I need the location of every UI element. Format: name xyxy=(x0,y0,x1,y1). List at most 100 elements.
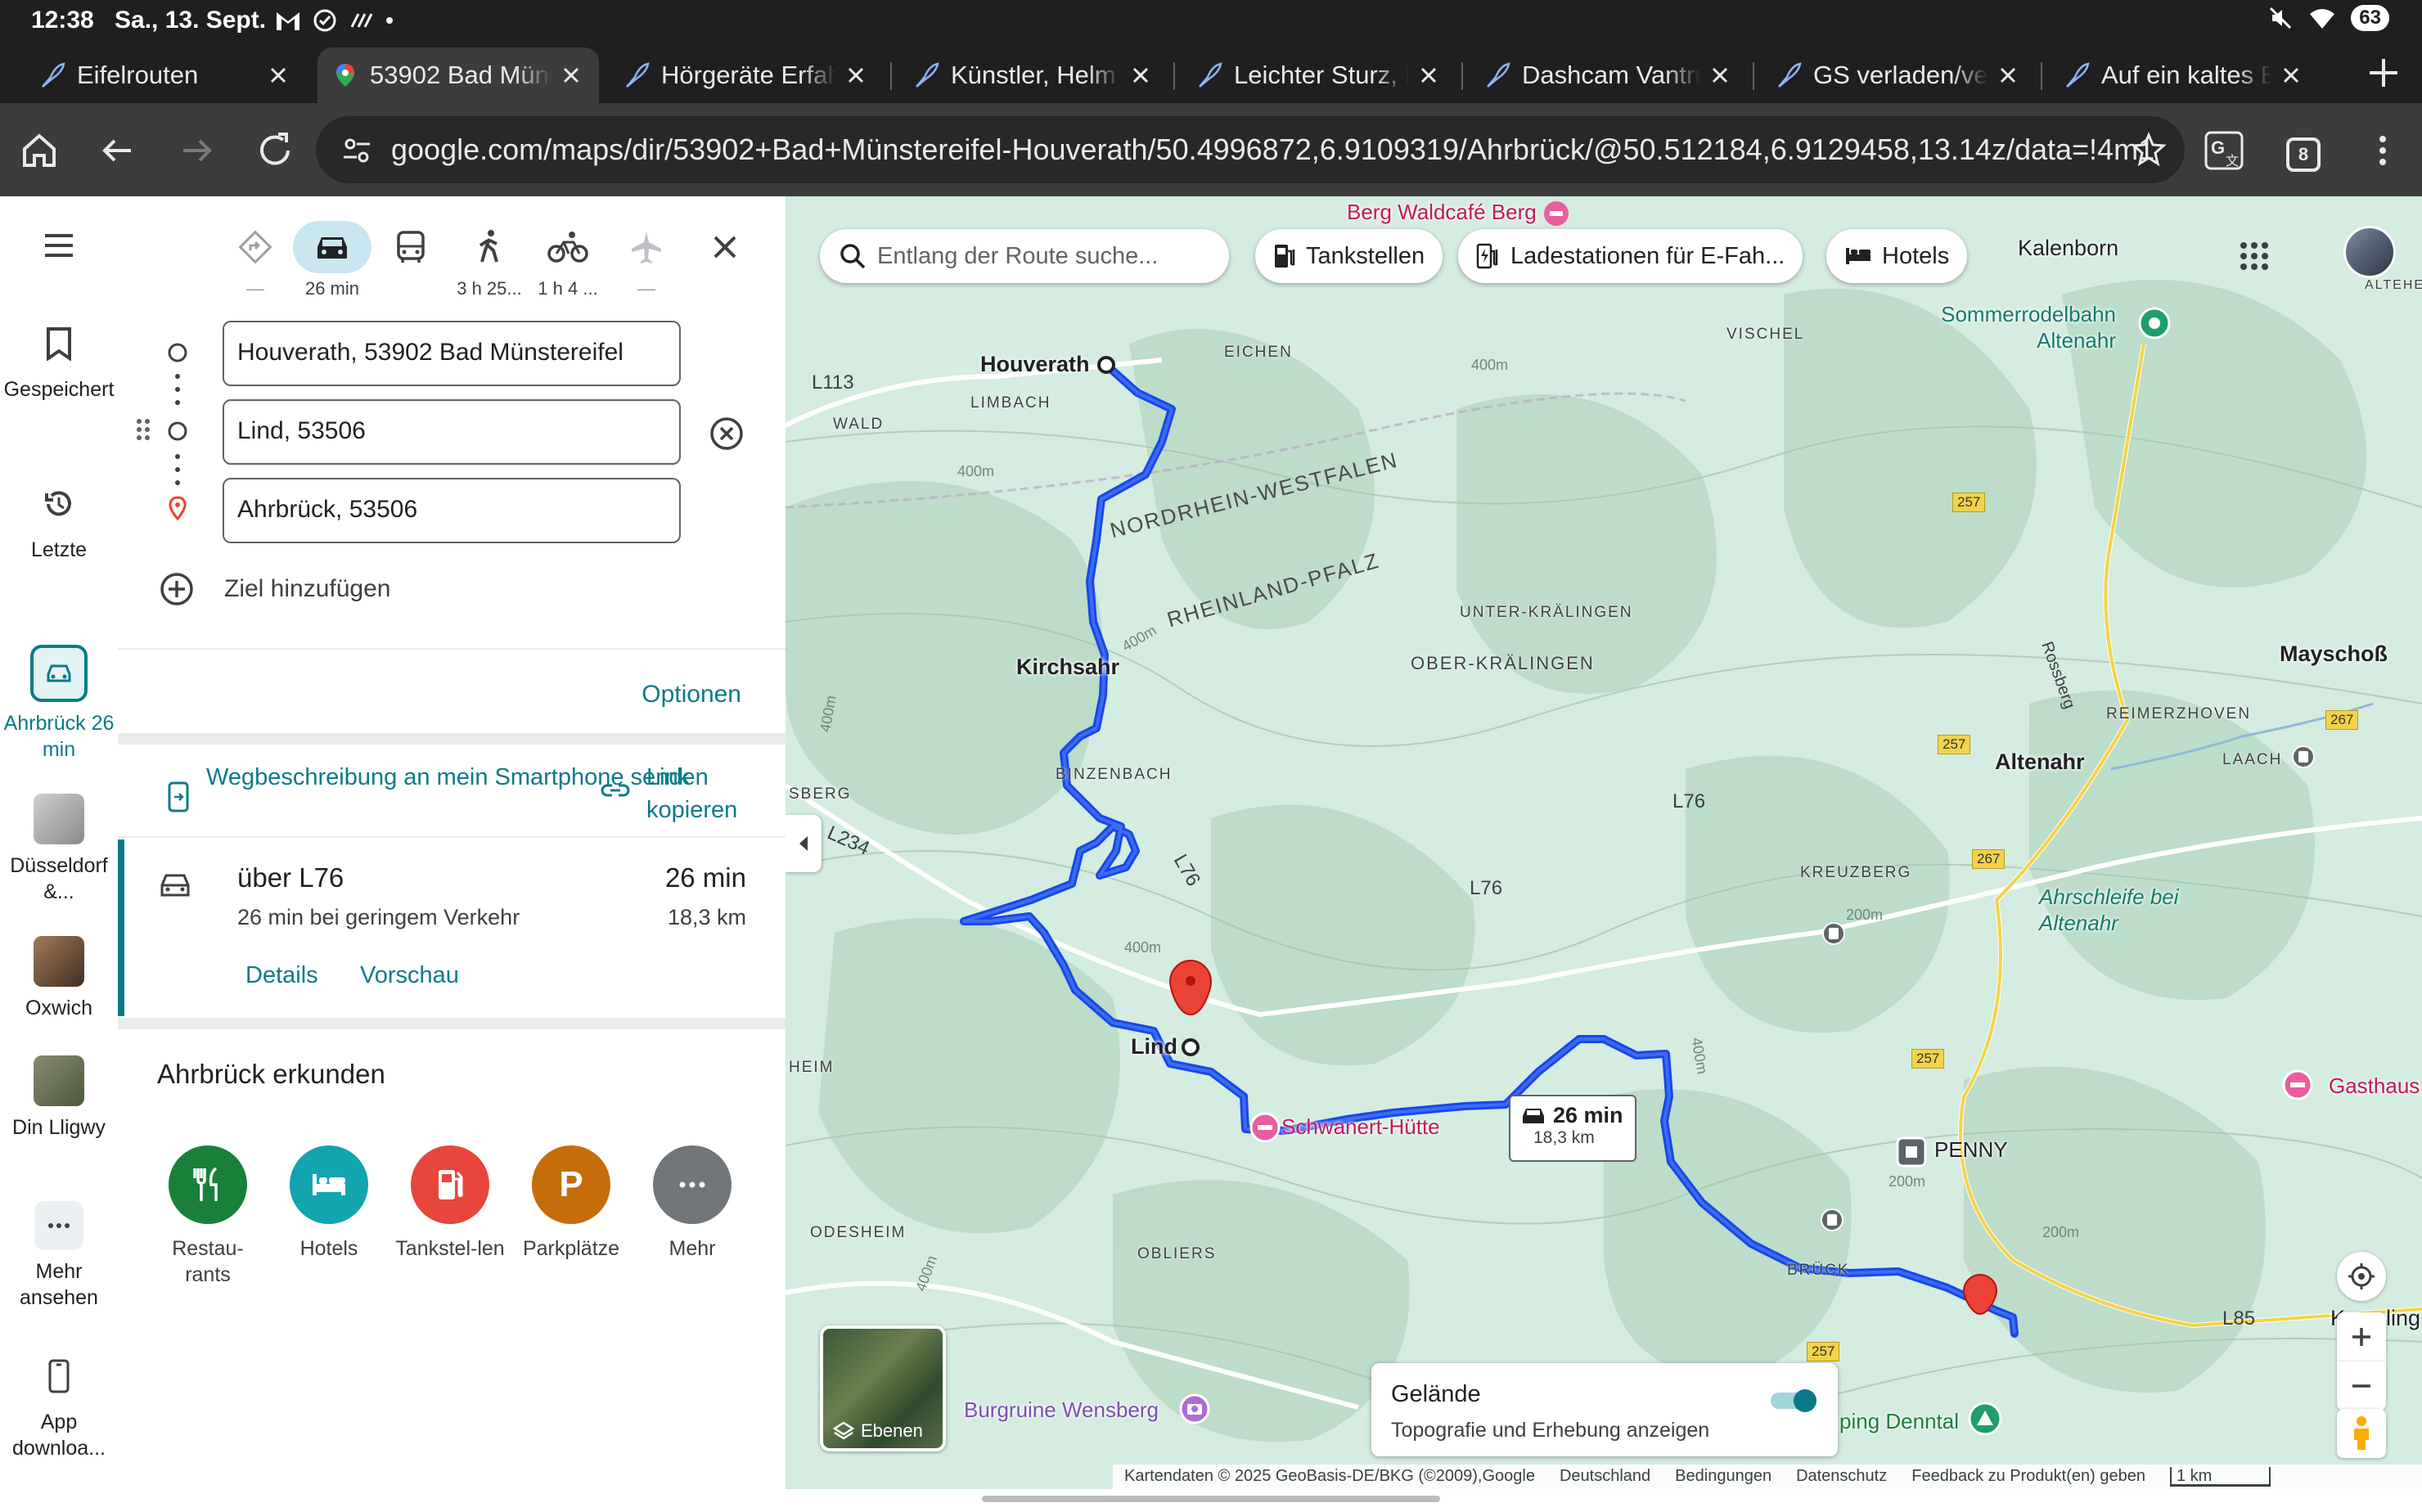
mode-transit[interactable] xyxy=(371,221,450,278)
site-settings-icon[interactable] xyxy=(340,134,373,167)
explore-more[interactable]: Mehr xyxy=(635,1145,750,1262)
route-details-button[interactable]: Details xyxy=(245,962,318,989)
place-altenahr[interactable]: Altenahr xyxy=(1995,749,2085,775)
close-directions-icon[interactable] xyxy=(709,231,741,263)
tab-gs-verladen[interactable]: GS verladen/verzurren xyxy=(1761,47,2036,103)
shop-pin-icon[interactable] xyxy=(1895,1136,1928,1168)
close-icon[interactable] xyxy=(1416,62,1442,88)
mode-walk[interactable]: 3 h 25... xyxy=(450,221,529,299)
poi-gasthaus[interactable]: Gasthaus xyxy=(2329,1073,2420,1099)
destination-field[interactable]: Ahrbrück, 53506 xyxy=(223,478,681,543)
zoom-out-button[interactable] xyxy=(2337,1361,2386,1411)
street-view-button[interactable] xyxy=(2337,1409,2386,1458)
tab-hoergeraete[interactable]: Hörgeräte Erfahrungen xyxy=(609,47,884,103)
poi-berg-waldcafe[interactable]: Berg Waldcafé Berg xyxy=(1347,200,1570,227)
poi-camping-denntal[interactable]: ping Denntal xyxy=(1839,1409,1959,1434)
collapse-panel-button[interactable] xyxy=(786,815,822,872)
close-icon[interactable] xyxy=(1128,62,1154,88)
tab-eifelrouten[interactable]: Eifelrouten xyxy=(25,47,306,103)
camping-pin-icon[interactable] xyxy=(1967,1401,2003,1437)
close-icon[interactable] xyxy=(843,62,869,88)
chip-gas-stations[interactable]: Tankstellen xyxy=(1255,229,1443,283)
bus-stop-icon[interactable] xyxy=(1821,921,1846,946)
poi-schwanert-huette[interactable]: Schwanert-Hütte xyxy=(1281,1114,1440,1140)
zoom-in-button[interactable] xyxy=(2337,1312,2386,1361)
tab-bad-muenstereifel[interactable]: 53902 Bad Münstereifel xyxy=(317,47,599,103)
route-search-input[interactable]: Entlang der Route suche... xyxy=(820,229,1229,283)
mode-best[interactable]: — xyxy=(216,221,295,299)
drag-handle-icon[interactable] xyxy=(136,417,151,442)
poi-sommerrodelbahn[interactable]: Sommerrodelbahn Altenahr xyxy=(1920,301,2116,353)
chip-ev-charging[interactable]: Ladestationen für E-Fah... xyxy=(1458,229,1803,283)
poi-penny[interactable]: PENNY xyxy=(1934,1137,2008,1163)
lodging-pin-icon[interactable] xyxy=(2281,1069,2314,1101)
rail-saved[interactable]: Gespeichert xyxy=(0,319,118,403)
rail-app-download[interactable]: App downloa... xyxy=(0,1352,118,1461)
terrain-toggle-card[interactable]: Gelände Topografie und Erhebung anzeigen xyxy=(1371,1363,1838,1456)
place-mayschoss[interactable]: Mayschoß xyxy=(2280,641,2388,667)
back-icon[interactable] xyxy=(95,128,141,173)
options-button[interactable]: Optionen xyxy=(642,681,741,709)
copy-link-button[interactable]: Link kopieren xyxy=(646,761,753,826)
tab-count-button[interactable]: 8 xyxy=(2286,137,2321,172)
rail-recent-din-lligwy[interactable]: Din Lligwy xyxy=(0,1055,118,1141)
close-icon[interactable] xyxy=(558,62,584,88)
route-option-card[interactable]: über L76 26 min bei geringem Verkehr 26 … xyxy=(118,839,786,1016)
map-canvas[interactable]: Houverath Kirchsahr Lind Altenahr Maysch… xyxy=(786,196,2422,1489)
tab-kuenstler-helm[interactable]: Künstler, Helm Design xyxy=(898,47,1168,103)
url-bar[interactable]: google.com/maps/dir/53902+Bad+Münstereif… xyxy=(316,116,2185,183)
send-to-phone-button[interactable]: Wegbeschreibung an mein Smartphone sende… xyxy=(206,761,709,794)
account-avatar[interactable] xyxy=(2343,226,2396,278)
hamburger-icon[interactable] xyxy=(42,232,76,259)
translate-icon[interactable]: G文 xyxy=(2201,128,2247,173)
my-location-button[interactable] xyxy=(2337,1252,2386,1301)
explore-gas-stations[interactable]: Tankstel-len xyxy=(393,1145,507,1262)
terrain-switch[interactable] xyxy=(1767,1384,1825,1417)
route-preview-button[interactable]: Vorschau xyxy=(360,962,459,989)
rail-menu[interactable] xyxy=(0,221,118,278)
route-line[interactable] xyxy=(786,196,2422,1489)
close-icon[interactable] xyxy=(2278,62,2304,88)
url-text[interactable]: google.com/maps/dir/53902+Bad+Münstereif… xyxy=(391,133,2154,167)
apps-grid-icon[interactable] xyxy=(2234,236,2275,277)
tab-dashcam[interactable]: Dashcam Vantrue xyxy=(1470,47,1748,103)
route-time-callout[interactable]: 26 min 18,3 km xyxy=(1509,1095,1636,1162)
bus-stop-icon[interactable] xyxy=(2291,745,2316,769)
close-icon[interactable] xyxy=(1995,62,2021,88)
explore-hotels[interactable]: Hotels xyxy=(272,1145,386,1262)
close-icon[interactable] xyxy=(265,62,291,88)
tab-kaltes-bier[interactable]: Auf ein kaltes Bier xyxy=(2049,47,2319,103)
camera-pin-icon[interactable] xyxy=(1178,1393,1211,1425)
menu-kebab-icon[interactable] xyxy=(2360,128,2406,173)
explore-parking[interactable]: P Parkplätze xyxy=(514,1145,628,1262)
add-destination-button[interactable]: Ziel hinzufügen xyxy=(159,571,390,607)
attraction-pin-icon[interactable] xyxy=(2137,306,2172,340)
mode-car[interactable]: 26 min xyxy=(293,221,371,299)
mode-bike[interactable]: 1 h 4 ... xyxy=(529,221,607,299)
origin-field[interactable]: Houverath, 53902 Bad Münstereifel xyxy=(223,321,681,386)
place-kirchsahr[interactable]: Kirchsahr xyxy=(1016,655,1119,680)
rail-recent[interactable]: Letzte xyxy=(0,479,118,563)
place-kalenborn[interactable]: Kalenborn xyxy=(2018,236,2118,261)
tab-leichter-sturz[interactable]: Leichter Sturz, Helm xyxy=(1182,47,1456,103)
reload-icon[interactable] xyxy=(252,128,298,173)
waypoint-field[interactable]: Lind, 53506 xyxy=(223,399,681,465)
chip-hotels[interactable]: Hotels xyxy=(1826,229,1968,283)
bookmark-star-icon[interactable] xyxy=(2131,131,2167,167)
new-tab-button[interactable] xyxy=(2365,54,2402,92)
layers-button[interactable]: Ebenen xyxy=(820,1325,946,1451)
home-icon[interactable] xyxy=(16,128,62,173)
rail-more[interactable]: Mehr ansehen xyxy=(0,1201,118,1311)
scale-bar[interactable]: 1 km xyxy=(2169,1467,2271,1487)
bus-stop-icon[interactable] xyxy=(1820,1208,1844,1232)
mode-flight[interactable]: — xyxy=(607,221,686,299)
rail-recent-duesseldorf[interactable]: Düsseldorf &... xyxy=(0,794,118,905)
rail-recent-ahrbrueck[interactable]: Ahrbrück 26 min xyxy=(0,645,118,763)
forward-icon[interactable] xyxy=(173,128,219,173)
place-lind[interactable]: Lind xyxy=(1131,1034,1177,1060)
poi-burgruine-wensberg[interactable]: Burgruine Wensberg xyxy=(964,1397,1159,1423)
remove-waypoint-icon[interactable] xyxy=(709,416,745,452)
lodging-pin-icon[interactable] xyxy=(1249,1111,1281,1144)
rail-recent-oxwich[interactable]: Oxwich xyxy=(0,936,118,1021)
close-icon[interactable] xyxy=(1707,62,1733,88)
